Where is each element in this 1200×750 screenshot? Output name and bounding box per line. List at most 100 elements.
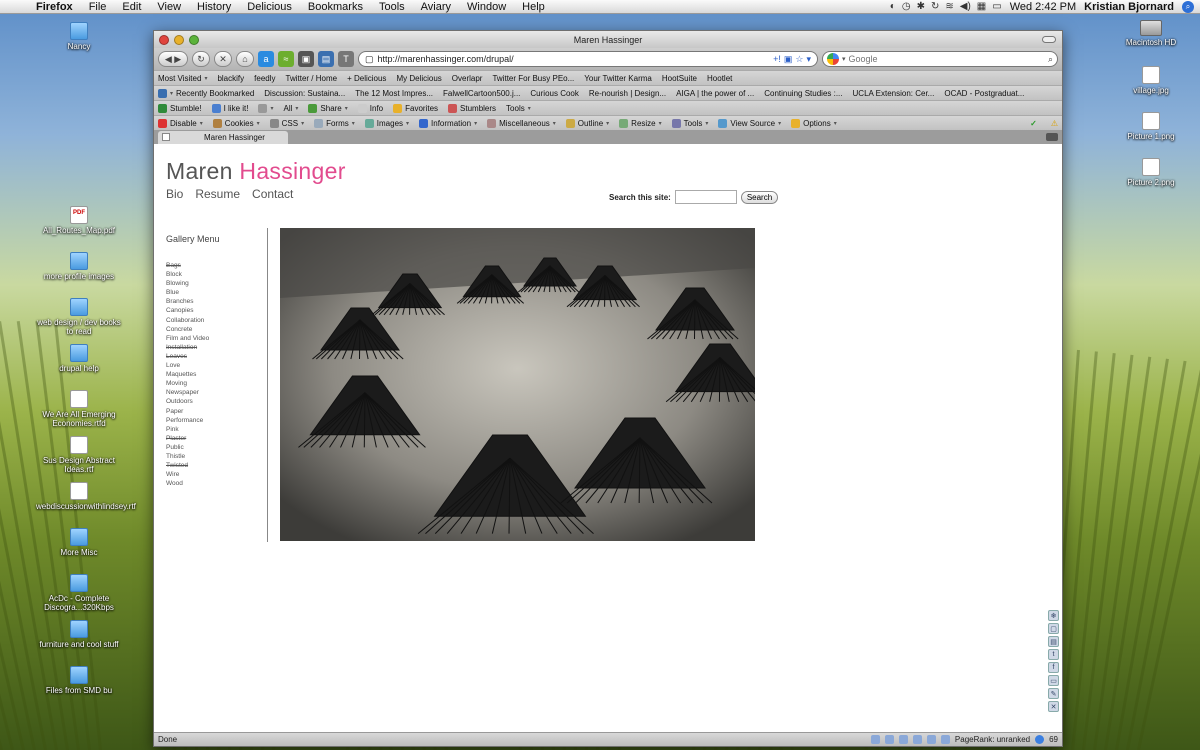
bookmark-renourish[interactable]: Re-nourish | Design... [589,89,666,98]
recently-bookmarked[interactable]: ▾ Recently Bookmarked [158,88,254,98]
gallery-menu-item[interactable]: Newspaper [166,388,209,397]
dev-outline-menu[interactable]: Outline ▾ [565,118,609,128]
gallery-menu-item[interactable]: Pink [166,425,209,434]
nav-resume-link[interactable]: Resume [195,187,240,201]
star-icon[interactable]: ☆ [795,54,803,65]
addon-icon[interactable] [898,735,908,744]
stumble-tools-menu[interactable]: Tools ▾ [506,104,531,113]
toolbar-toggle-button[interactable] [1042,36,1056,43]
document-icon[interactable]: ▭ [1048,675,1059,686]
stumblers-button[interactable]: Stumblers [448,103,496,113]
gallery-menu-item[interactable]: Moving [166,379,209,388]
menu-view[interactable]: View [149,1,189,13]
volume-icon[interactable]: ◀) [960,1,971,12]
gallery-menu-item[interactable]: Maquettes [166,370,209,379]
chevron-down-icon[interactable]: ▾ [842,55,846,63]
gallery-menu-item[interactable]: Paper [166,407,209,416]
bookmark-ocad[interactable]: OCAD - Postgraduat... [944,89,1024,98]
dev-cookies-menu[interactable]: Cookies ▾ [212,118,260,128]
desktop-icon-acdc[interactable]: AcDc - Complete Discogra...320Kbps [34,574,124,612]
gallery-menu-item[interactable]: Installation [166,343,209,352]
gallery-menu-item[interactable]: Wire [166,470,209,479]
dev-information-menu[interactable]: Information ▾ [419,118,477,128]
dev-view-source-menu[interactable]: View Source ▾ [718,118,781,128]
gallery-menu-item[interactable]: Thistle [166,452,209,461]
feed-icon[interactable]: ≈ [278,51,294,67]
close-window-button[interactable] [159,34,169,45]
bookmark-overlapr[interactable]: Overlapr [452,74,483,83]
battery-icon[interactable]: ▭ [992,1,1001,12]
i-like-it-button[interactable]: I like it! [211,103,248,113]
gallery-menu-item[interactable]: Bags [166,261,209,270]
bookmark-aiga[interactable]: AIGA | the power of ... [676,89,754,98]
desktop-icon-profile-images[interactable]: more profile images [34,252,124,281]
wifi-icon[interactable]: ≋ [945,1,953,12]
bookmark-blackify[interactable]: blackify [217,74,244,83]
dev-options-menu[interactable]: Options ▾ [791,118,837,128]
all-dropdown[interactable]: All ▾ [284,104,299,113]
delicious-icon[interactable]: ▤ [318,51,334,67]
sync-icon[interactable]: ↻ [931,1,939,12]
menu-delicious[interactable]: Delicious [239,1,300,13]
pencil-icon[interactable]: ✎ [1048,688,1059,699]
share-button[interactable]: Share ▾ [308,103,348,113]
desktop-icon-drupal-help[interactable]: drupal help [34,344,124,373]
facebook-icon[interactable]: f [1048,662,1059,673]
menu-tools[interactable]: Tools [371,1,413,13]
info-button[interactable]: Info [357,103,383,113]
dev-images-menu[interactable]: Images ▾ [364,118,409,128]
gallery-menu-item[interactable]: Love [166,361,209,370]
desktop-icon-webdiscussion[interactable]: webdiscussionwithlindsey.rtf [34,482,136,511]
gallery-menu-item[interactable]: Collaboration [166,316,209,325]
dev-resize-menu[interactable]: Resize ▾ [619,118,662,128]
window-titlebar[interactable]: Maren Hassinger [154,31,1062,48]
menubar-user[interactable]: Kristian Bjornard [1084,1,1174,13]
home-button[interactable]: ⌂ [236,51,254,67]
stumble-button[interactable]: Stumble! [158,103,202,113]
site-search-input[interactable] [674,190,737,204]
dev-disable-menu[interactable]: Disable ▾ [158,118,203,128]
gallery-menu-item[interactable]: Block [166,270,209,279]
menu-help[interactable]: Help [514,1,553,13]
gallery-menu-item[interactable]: Outdoors [166,397,209,406]
twitter-icon[interactable]: t [1048,649,1059,660]
address-bar[interactable]: ▢ http://marenhassinger.com/drupal/ +! ▣… [358,51,818,67]
addon-icon[interactable] [884,735,894,744]
desktop-icon-routes-map[interactable]: All_Routes_Map.pdf [34,206,124,235]
desktop-icon-picture-2[interactable]: Picture 2.png [1106,158,1196,187]
site-title[interactable]: Maren Hassinger [166,158,346,185]
bookmark-twitter-home[interactable]: Twitter / Home [286,74,338,83]
tag-icon[interactable]: T [338,51,354,67]
addon-icon[interactable] [940,735,950,744]
bookmark-most-visited[interactable]: Most Visited ▾ [158,74,207,83]
tab-list-icon[interactable] [1046,133,1058,141]
gallery-menu-item[interactable]: Concrete [166,325,209,334]
addon-icon[interactable] [870,735,880,744]
desktop-icon-web-design[interactable]: web design / dev books to read [34,298,124,336]
bookmark-hootlet[interactable]: Hootlet [707,74,732,83]
dev-css-menu[interactable]: CSS ▾ [269,118,304,128]
gallery-menu-item[interactable]: Blowing [166,279,209,288]
desktop-icon-nancy[interactable]: Nancy [34,22,124,51]
desktop-icon-furniture[interactable]: furniture and cool stuff [34,620,124,649]
rss-icon[interactable]: ▣ [784,54,793,65]
gallery-menu-item[interactable]: Leaves [166,352,209,361]
desktop-icon-smd-files[interactable]: Files from SMD bu [34,666,124,695]
desktop-icon-picture-1[interactable]: Picture 1.png [1106,112,1196,141]
menu-bookmarks[interactable]: Bookmarks [300,1,371,13]
bluetooth-icon[interactable]: ✱ [917,1,925,12]
bookmark-discussion[interactable]: Discussion: Sustaina... [264,89,345,98]
nav-contact-link[interactable]: Contact [252,187,293,201]
addon-icon[interactable] [926,735,936,744]
search-input[interactable] [848,54,1045,64]
thumbs-down-button[interactable]: ▾ [258,103,274,113]
url-text[interactable]: http://marenhassinger.com/drupal/ [378,54,770,64]
gallery-menu-item[interactable]: Film and Video [166,334,209,343]
desktop-icon-village[interactable]: village.jpg [1106,66,1196,95]
search-bar[interactable]: ▾ ⌕ [822,51,1058,67]
validation-check-icon[interactable]: ✓ [1030,119,1037,128]
bookmark-ucla[interactable]: UCLA Extension: Cer... [853,89,935,98]
warning-icon[interactable]: ⚠ [1051,119,1058,128]
bookmark-curious-cook[interactable]: Curious Cook [530,89,578,98]
site-search-button[interactable]: Search [740,190,779,204]
